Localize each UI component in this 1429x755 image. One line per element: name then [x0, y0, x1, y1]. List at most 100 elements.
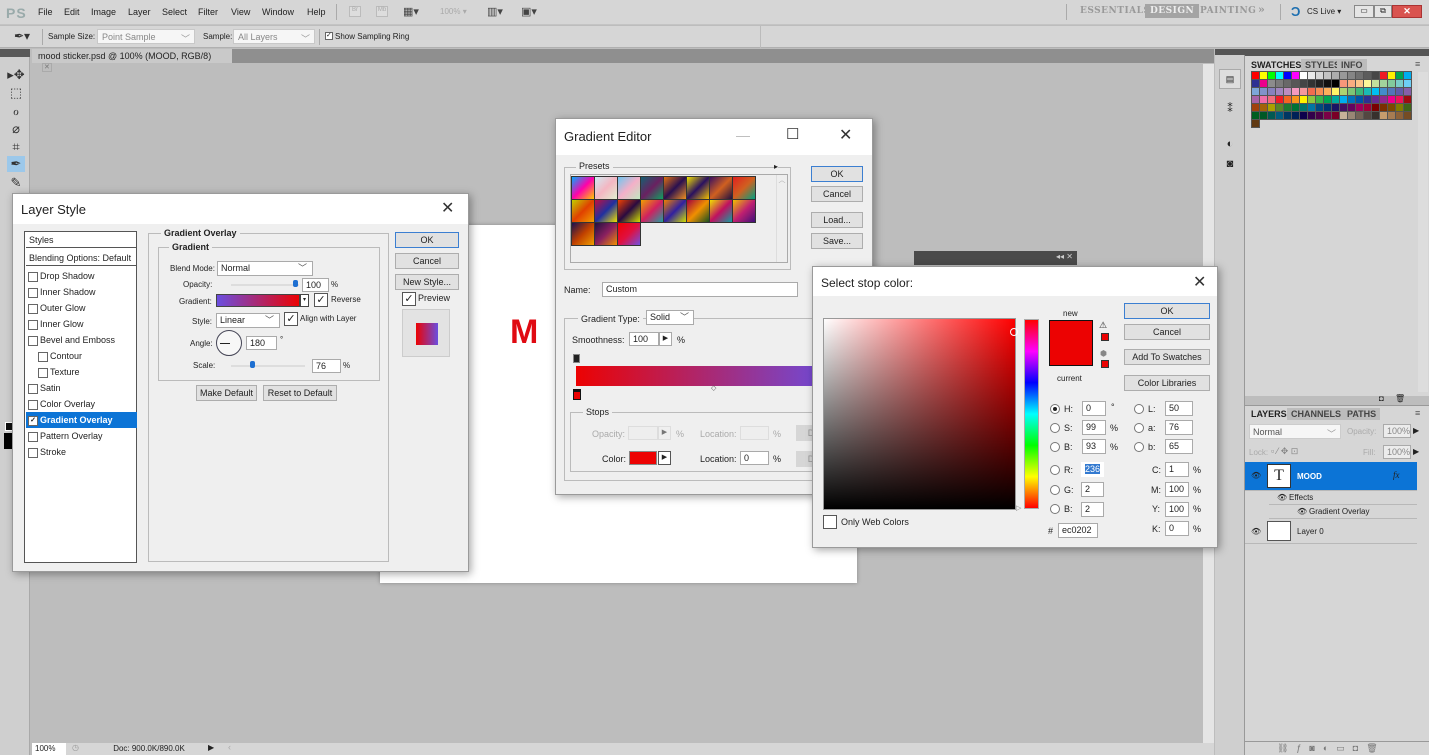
b-radio[interactable] — [1050, 442, 1060, 452]
gradient-preset[interactable] — [709, 176, 733, 200]
menu-help[interactable]: Help — [307, 7, 326, 17]
cancel-button[interactable]: Cancel — [811, 186, 863, 202]
gradient-preset[interactable] — [732, 176, 756, 200]
minimize-icon[interactable]: — — [736, 127, 750, 143]
menu-image[interactable]: Image — [91, 7, 116, 17]
out-of-gamut-warning-icon[interactable]: ⚠ — [1099, 320, 1107, 331]
l-input[interactable]: 50 — [1165, 401, 1193, 416]
color-swatch[interactable] — [1403, 111, 1412, 120]
layers-panel-menu-icon[interactable]: ≡ — [1415, 408, 1420, 418]
r-input[interactable]: 236 — [1081, 462, 1104, 477]
style-item-gradient-overlay[interactable]: ✓ Gradient Overlay — [26, 412, 137, 428]
effects-eye-icon[interactable]: 👁 — [1277, 493, 1287, 502]
style-item-checkbox[interactable] — [28, 399, 38, 410]
tab-info[interactable]: INFO — [1337, 59, 1367, 71]
b-input[interactable]: 93 — [1082, 439, 1106, 454]
gradient-preset[interactable] — [732, 199, 756, 223]
save-button[interactable]: Save... — [811, 233, 863, 249]
tab-layers[interactable]: LAYERS — [1247, 408, 1291, 420]
layers-footer-icons[interactable]: ⛓ƒ◙◐▭◘🗑 — [1277, 743, 1386, 754]
gradient-bar[interactable] — [576, 366, 836, 386]
menu-file[interactable]: File — [38, 7, 53, 17]
masks-panel-icon[interactable]: ◙ — [1219, 155, 1241, 175]
m-input[interactable]: 100 — [1165, 482, 1189, 497]
hue-slider[interactable] — [1024, 319, 1039, 509]
mini-bridge-icon[interactable]: Mb — [376, 6, 388, 17]
document-tab[interactable]: mood sticker.psd @ 100% (MOOD, RGB/8) ✕ — [32, 49, 232, 72]
g-radio[interactable] — [1050, 485, 1060, 495]
style-item-checkbox[interactable] — [38, 367, 48, 378]
opacity-stop-left[interactable] — [573, 354, 580, 363]
style-item-inner-glow[interactable]: Inner Glow — [26, 316, 137, 332]
blend-mode-dropdown[interactable]: Normal ﹀ — [1249, 424, 1341, 439]
gradient-dropdown-arrow[interactable]: ▾ — [300, 294, 309, 307]
presets-scrollbar[interactable]: ︿ — [776, 175, 787, 262]
blue-radio[interactable] — [1050, 504, 1060, 514]
menu-view[interactable]: View — [231, 7, 250, 17]
sample-dropdown[interactable]: All Layers ﹀ — [233, 29, 315, 44]
tab-paths[interactable]: PATHS — [1343, 408, 1381, 420]
lock-icons[interactable]: ▫ ⁄ ✥ ⊡ — [1271, 446, 1298, 457]
adjustments-panel-icon[interactable]: ◐ — [1219, 135, 1241, 155]
bridge-icon[interactable]: Br — [349, 6, 361, 17]
scroll-left-icon[interactable]: ‹ — [228, 742, 231, 752]
k-input[interactable]: 0 — [1165, 521, 1189, 536]
g-input[interactable]: 2 — [1081, 482, 1104, 497]
layer-effects-row[interactable]: 👁 Effects — [1269, 491, 1417, 505]
menu-window[interactable]: Window — [262, 7, 294, 17]
midpoint-diamond[interactable]: ◇ — [711, 384, 716, 392]
menu-edit[interactable]: Edit — [64, 7, 80, 17]
gradient-preset[interactable] — [686, 176, 710, 200]
preview-checkbox[interactable]: ✓ — [402, 292, 416, 306]
smoothness-arrow[interactable]: ▶ — [659, 332, 672, 346]
gradient-preset[interactable] — [617, 176, 641, 200]
opacity-input[interactable]: 100 — [302, 278, 329, 292]
layer-row-layer0[interactable]: 👁 Layer 0 — [1245, 519, 1417, 544]
make-default-button[interactable]: Make Default — [196, 385, 257, 401]
stop-color-arrow[interactable]: ▶ — [658, 451, 671, 465]
swatches-scrollbar[interactable] — [1418, 72, 1428, 392]
eyedropper-tool-icon[interactable]: ✒ — [7, 156, 25, 172]
gradient-preset[interactable] — [663, 199, 687, 223]
lasso-tool-icon[interactable]: ℴ — [7, 103, 25, 119]
maximize-icon[interactable]: ☐ — [786, 125, 799, 143]
mini-bridge-panel-icon[interactable]: ▤ — [1219, 69, 1241, 89]
presets-menu-icon[interactable]: ▸ — [774, 162, 779, 171]
gradient-preset[interactable] — [594, 199, 618, 223]
hue-slider-thumb[interactable]: ▷ — [1016, 504, 1021, 512]
color-stop-left-selected[interactable] — [573, 389, 581, 400]
gamut-color-swatch[interactable] — [1101, 333, 1109, 341]
close-dialog-icon[interactable]: ✕ — [441, 198, 454, 218]
style-item-checkbox[interactable]: ✓ — [28, 415, 38, 426]
character-panel-header[interactable]: ◂◂ ✕ — [914, 251, 1077, 265]
opacity-field[interactable]: 100% — [1383, 424, 1411, 438]
cancel-button[interactable]: Cancel — [1124, 324, 1210, 340]
delete-swatch-icon[interactable]: 🗑 — [1395, 394, 1405, 403]
menu-layer[interactable]: Layer — [128, 7, 151, 17]
style-item-color-overlay[interactable]: Color Overlay — [26, 396, 137, 412]
reset-to-default-button[interactable]: Reset to Default — [263, 385, 337, 401]
stop-color-swatch[interactable] — [629, 451, 657, 465]
status-preview-icon[interactable]: ◷ — [72, 743, 79, 752]
style-item-checkbox[interactable] — [28, 431, 38, 442]
style-item-checkbox[interactable] — [28, 383, 38, 394]
close-document-icon[interactable]: ✕ — [42, 63, 52, 72]
layer-row-mood[interactable]: 👁 T MOOD fx — [1245, 462, 1417, 491]
angle-dial[interactable] — [216, 330, 242, 356]
gradient-preset[interactable] — [571, 199, 595, 223]
s-input[interactable]: 99 — [1082, 420, 1106, 435]
tools-panel-header[interactable] — [0, 49, 30, 57]
eyedropper-preset-icon[interactable]: ✒▾ — [14, 29, 30, 43]
only-web-colors-checkbox[interactable] — [823, 515, 837, 529]
close-app-button[interactable]: ✕ — [1392, 5, 1422, 18]
style-item-checkbox[interactable] — [28, 287, 38, 298]
gradient-preset[interactable] — [709, 199, 733, 223]
style-select[interactable]: Linear ﹀ — [216, 313, 280, 328]
stop-location-input[interactable]: 0 — [740, 451, 769, 465]
style-item-pattern-overlay[interactable]: Pattern Overlay — [26, 428, 137, 444]
arrange-documents-icon[interactable]: ▥▾ — [487, 5, 503, 18]
fill-field[interactable]: 100% — [1383, 445, 1411, 459]
crop-tool-icon[interactable]: ⌗ — [7, 139, 25, 155]
color-libraries-button[interactable]: Color Libraries — [1124, 375, 1210, 391]
hex-input[interactable]: ec0202 — [1058, 523, 1098, 538]
